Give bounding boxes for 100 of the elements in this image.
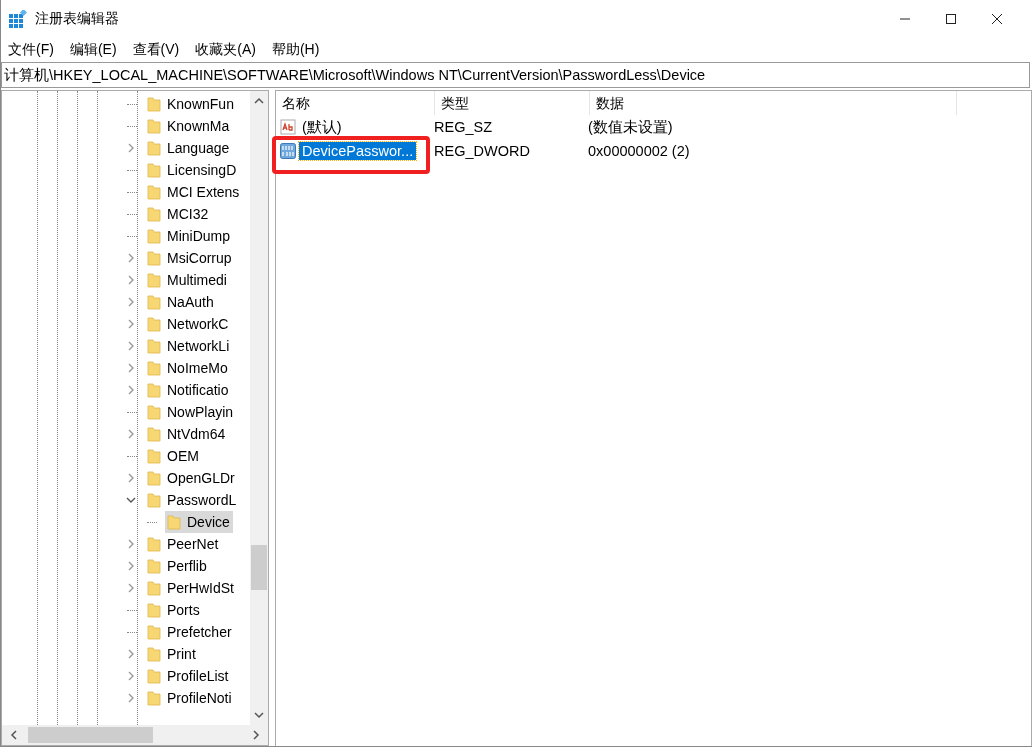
expand-chevron-icon[interactable] xyxy=(126,671,136,681)
folder-icon xyxy=(147,360,161,376)
tree-item[interactable]: NaAuth xyxy=(145,291,217,313)
tree-item[interactable]: NtVdm64 xyxy=(145,423,229,445)
tree-item[interactable]: OEM xyxy=(145,445,202,467)
scrollbar-thumb[interactable] xyxy=(28,727,153,743)
menu-item[interactable]: 查看(V) xyxy=(127,41,185,59)
folder-icon xyxy=(147,624,161,640)
tree-item[interactable]: Print xyxy=(145,643,199,665)
tree-item[interactable]: MCI32 xyxy=(145,203,212,225)
folder-icon xyxy=(167,514,181,530)
folder-icon xyxy=(147,250,161,266)
tree-item[interactable]: NetworkLi xyxy=(145,335,233,357)
tree-item[interactable]: MiniDump xyxy=(145,225,233,247)
close-icon xyxy=(991,13,1003,25)
tree-item[interactable]: ProfileList xyxy=(145,665,232,687)
tree-item[interactable]: KnownFun xyxy=(145,93,237,115)
folder-icon xyxy=(147,536,161,552)
address-bar[interactable]: 计算机\HKEY_LOCAL_MACHINE\SOFTWARE\Microsoft\Windows NT\CurrentVersion\PasswordLess\Device xyxy=(1,62,1030,88)
tree-item[interactable]: MsiCorrup xyxy=(145,247,235,269)
value-type: REG_SZ xyxy=(433,119,493,135)
folder-icon xyxy=(147,668,161,684)
menu-item[interactable]: 文件(F) xyxy=(3,41,59,59)
tree-item[interactable]: PeerNet xyxy=(145,533,222,555)
expand-chevron-icon[interactable] xyxy=(126,319,136,329)
scroll-up-icon[interactable] xyxy=(254,97,264,105)
value-data: (数值未设置) xyxy=(587,117,674,137)
menu-item[interactable]: 编辑(E) xyxy=(64,41,122,59)
window-title: 注册表编辑器 xyxy=(35,10,119,28)
vertical-scrollbar[interactable] xyxy=(250,91,268,725)
value-type: REG_DWORD xyxy=(433,143,531,159)
folder-icon xyxy=(147,404,161,420)
tree-item[interactable]: ProfileNoti xyxy=(145,687,235,709)
scroll-left-icon[interactable] xyxy=(10,730,18,740)
scroll-right-icon[interactable] xyxy=(252,730,260,740)
collapse-chevron-icon[interactable] xyxy=(126,495,136,505)
expand-chevron-icon[interactable] xyxy=(126,143,136,153)
value-name[interactable]: (默认) xyxy=(299,116,345,138)
folder-icon xyxy=(147,690,161,706)
tree-item[interactable]: Multimedi xyxy=(145,269,230,291)
expand-chevron-icon[interactable] xyxy=(126,693,136,703)
expand-chevron-icon[interactable] xyxy=(126,429,136,439)
tree-item[interactable]: PerHwIdSt xyxy=(145,577,237,599)
column-header[interactable]: 数据 xyxy=(590,91,957,115)
folder-icon xyxy=(147,228,161,244)
horizontal-scrollbar[interactable] xyxy=(2,725,268,745)
tree-item[interactable]: NetworkC xyxy=(145,313,232,335)
expand-chevron-icon[interactable] xyxy=(126,583,136,593)
registry-editor-icon xyxy=(9,10,27,28)
expand-chevron-icon[interactable] xyxy=(126,363,136,373)
expand-chevron-icon[interactable] xyxy=(126,539,136,549)
tree-item[interactable]: Notificatio xyxy=(145,379,232,401)
tree-item[interactable]: PasswordL xyxy=(145,489,240,511)
value-name[interactable]: DevicePasswor... xyxy=(299,142,417,160)
folder-icon xyxy=(147,448,161,464)
tree-item[interactable]: Prefetcher xyxy=(145,621,235,643)
expand-chevron-icon[interactable] xyxy=(126,297,136,307)
tree-item[interactable]: Ports xyxy=(145,599,203,621)
tree-item[interactable]: Perflib xyxy=(145,555,210,577)
expand-chevron-icon[interactable] xyxy=(126,341,136,351)
tree-item[interactable]: LicensingD xyxy=(145,159,240,181)
folder-icon xyxy=(147,118,161,134)
folder-icon xyxy=(147,316,161,332)
tree-item[interactable]: Device xyxy=(165,511,233,533)
folder-icon xyxy=(147,184,161,200)
tree-item[interactable]: OpenGLDr xyxy=(145,467,238,489)
tree-item[interactable]: MCI Extens xyxy=(145,181,243,203)
tree-item[interactable]: NowPlayin xyxy=(145,401,237,423)
folder-icon xyxy=(147,294,161,310)
folder-icon xyxy=(147,206,161,222)
folder-icon xyxy=(147,646,161,662)
expand-chevron-icon[interactable] xyxy=(126,473,136,483)
expand-chevron-icon[interactable] xyxy=(126,385,136,395)
value-data: 0x00000002 (2) xyxy=(587,143,691,159)
expand-chevron-icon[interactable] xyxy=(126,561,136,571)
column-header[interactable]: 类型 xyxy=(435,91,590,115)
folder-icon xyxy=(147,140,161,156)
maximize-icon xyxy=(945,13,957,25)
scroll-down-icon[interactable] xyxy=(254,711,264,719)
folder-icon xyxy=(147,272,161,288)
folder-icon xyxy=(147,558,161,574)
expand-chevron-icon[interactable] xyxy=(126,253,136,263)
expand-chevron-icon[interactable] xyxy=(126,275,136,285)
menu-item[interactable]: 帮助(H) xyxy=(266,41,325,59)
folder-icon xyxy=(147,382,161,398)
tree-item[interactable]: NoImeMo xyxy=(145,357,231,379)
scrollbar-thumb[interactable] xyxy=(251,545,267,590)
folder-icon xyxy=(147,96,161,112)
folder-icon xyxy=(147,426,161,442)
column-header[interactable]: 名称 xyxy=(276,91,435,115)
folder-icon xyxy=(147,338,161,354)
menu-item[interactable]: 收藏夹(A) xyxy=(190,41,261,59)
folder-icon xyxy=(147,492,161,508)
tree-item[interactable]: Language xyxy=(145,137,233,159)
folder-icon xyxy=(147,162,161,178)
folder-icon xyxy=(147,580,161,596)
folder-icon xyxy=(147,470,161,486)
expand-chevron-icon[interactable] xyxy=(126,649,136,659)
folder-icon xyxy=(147,602,161,618)
tree-item[interactable]: KnownMa xyxy=(145,115,233,137)
